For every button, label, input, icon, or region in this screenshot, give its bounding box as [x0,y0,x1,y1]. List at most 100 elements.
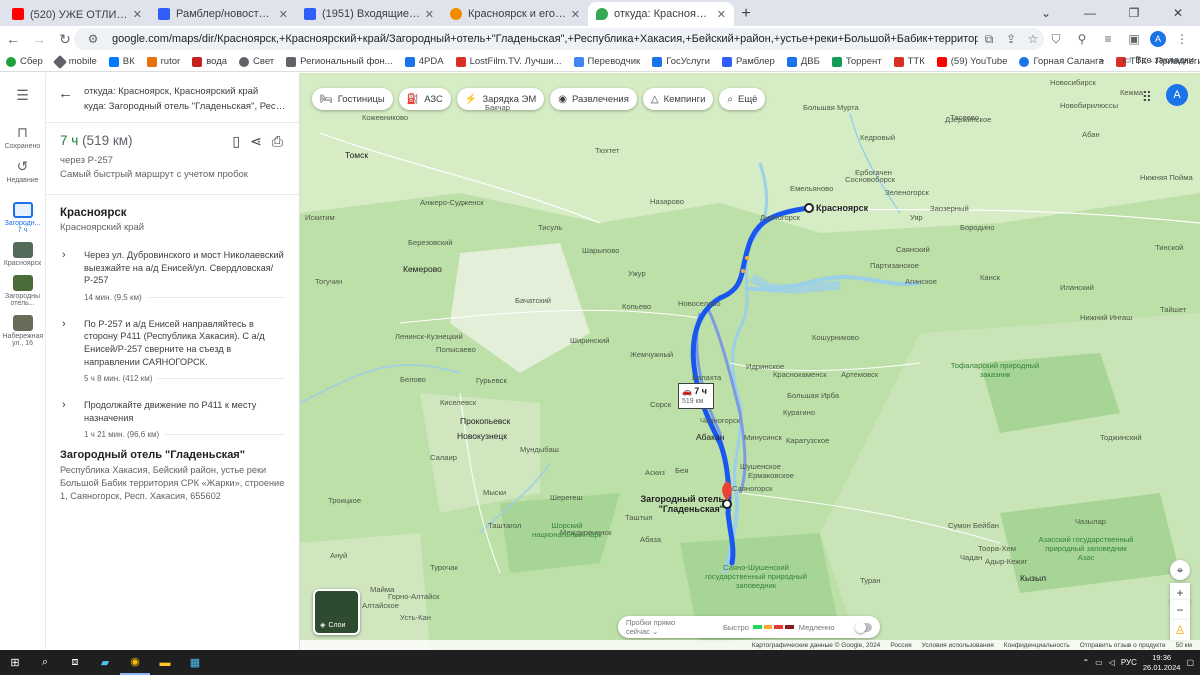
new-tab-button[interactable]: + [734,2,758,26]
rail-recent-place[interactable]: Загородны отель... [0,275,45,307]
site-info-icon[interactable]: ⚙ [82,32,104,46]
chip-more[interactable]: ⌕ Ещё [719,88,766,110]
close-icon[interactable]: ✕ [279,8,288,21]
back-arrow-icon[interactable]: ← [58,85,73,102]
bookmark-item[interactable]: Торрент [831,56,882,67]
address-bar[interactable]: ⚙ google.com/maps/dir/Красноярск,+Красно… [74,28,1044,50]
route-step[interactable]: › Через ул. Дубровинского и мост Николаев… [46,249,299,287]
chevron-right-icon[interactable]: › [62,318,66,331]
volume-icon[interactable]: ◁ [1109,658,1115,667]
minimize-icon[interactable]: — [1068,0,1112,26]
destination-label[interactable]: Загородный отель "Гладеньская" [640,494,724,514]
bookmark-item[interactable]: (59) YouTube [936,56,1007,67]
menu-button[interactable]: ☰ [0,87,45,106]
extensions-icon[interactable]: ⚲ [1072,29,1092,49]
tab-youtube[interactable]: (520) УЖЕ ОТЛИЧНО 🔥 СМАР✕ [4,2,150,26]
apps-grid-icon[interactable]: ⠿ [1142,89,1152,106]
chip-entertainment[interactable]: ◉ Развлечения [550,88,637,110]
bookmark-item[interactable]: Свет [239,56,274,67]
chevron-right-icon[interactable]: » [1099,55,1104,66]
clock[interactable]: 19:36 26.01.2024 [1143,653,1181,673]
maximize-icon[interactable]: ❐ [1112,0,1156,26]
bookmark-item[interactable]: rutor [146,56,180,67]
share-icon[interactable]: ⋖ [250,133,262,150]
close-icon[interactable]: ✕ [717,8,726,21]
share-icon[interactable]: ⇪ [1000,32,1022,46]
menu-icon[interactable]: ⋮ [1172,29,1192,49]
print-icon[interactable]: ⎙ [272,133,283,150]
profile-avatar[interactable]: A [1150,31,1166,47]
my-location-button[interactable]: ⌖ [1170,560,1190,580]
bookmark-item[interactable]: Горная Саланга [1019,56,1104,67]
layers-button[interactable]: ◈ Слои [313,589,360,635]
chrome-icon[interactable]: ◉ [120,650,150,675]
bookmark-item[interactable]: ГосУслуги [652,56,710,67]
route-duration-badge[interactable]: 🚗 7 ч 519 км [678,383,714,409]
send-to-phone-icon[interactable]: ▯ [232,133,240,150]
search-icon[interactable]: ⌕ [30,650,60,675]
bookmark-item[interactable]: mobile [52,54,97,69]
map-canvas[interactable]: 🛏 Гостиницы ⛽ АЗС ⚡ Зарядка ЭМ ◉ Развлечения… [300,73,1200,650]
forward-icon[interactable]: → [26,31,52,47]
bookmark-item[interactable]: Рамблер [721,56,775,67]
side-panel-icon[interactable]: ▣ [1124,29,1144,49]
calculator-icon[interactable]: ▦ [180,650,210,675]
chip-hotels[interactable]: 🛏 Гостиницы [312,88,393,110]
chip-camping[interactable]: △ Кемпинги [642,88,714,110]
back-icon[interactable]: ← [0,31,26,47]
pegman-button[interactable]: ♙ [1170,620,1190,640]
shield-icon[interactable]: ⛉ [1046,29,1066,49]
rail-recent-place[interactable]: Набережная ул., 16 [0,315,45,347]
scale-bar[interactable]: 50 км [1176,642,1192,649]
rail-recent[interactable]: ↺ Недавние [0,158,45,184]
tab-maps[interactable]: откуда: Красноярск; куда: Заго✕ [588,2,734,26]
all-bookmarks[interactable]: » ▭ Все закладки [1099,55,1194,66]
file-explorer-icon[interactable]: ▬ [150,650,180,675]
traffic-dropdown[interactable]: Пробки прямо сейчас ⌄ [626,618,699,636]
windows-start-icon[interactable]: ⊞ [0,650,30,675]
open-in-app-icon[interactable]: ⧉ [978,32,1000,47]
bookmark-item[interactable]: Переводчик [573,56,640,67]
task-view-icon[interactable]: ⧈ [60,650,90,675]
close-icon[interactable]: ✕ [425,8,434,21]
directions-panel: ← откуда: Красноярск, Красноярский край … [46,73,300,650]
tab-krasnoyarsk[interactable]: Красноярск и его зона катани✕ [442,2,588,26]
bookmark-item[interactable]: Региональный фон... [286,56,393,67]
origin-field[interactable]: откуда: Красноярск, Красноярский край [84,86,258,97]
map-label: Большая Ирба [787,391,840,400]
bookmark-item[interactable]: ДВБ [786,56,820,67]
language-indicator[interactable]: РУС [1121,658,1137,667]
rail-saved[interactable]: ⊓ Сохранено [0,124,45,150]
route-step[interactable]: › По Р-257 и а/д Енисей направляйтесь в с… [46,318,299,368]
reading-list-icon[interactable]: ≡ [1098,29,1118,49]
chevron-right-icon[interactable]: › [62,399,66,412]
route-step[interactable]: › Продолжайте движение по Р411 к месту на… [46,399,299,424]
app-icon[interactable]: ▰ [90,650,120,675]
origin-label[interactable]: Красноярск [816,203,868,213]
url-text[interactable]: google.com/maps/dir/Красноярск,+Краснояр… [112,33,978,45]
star-icon[interactable]: ☆ [1022,32,1044,46]
close-icon[interactable]: ✕ [571,8,580,21]
account-avatar[interactable]: A [1166,84,1188,106]
tab-rambler[interactable]: Рамблер/новости, почта и по✕ [150,2,296,26]
close-window-icon[interactable]: ✕ [1156,0,1200,26]
destination-field[interactable]: куда: Загородный отель "Гладеньская", Ре… [84,101,290,112]
tab-inbox[interactable]: (1951) Входящие — Рамблер/✕ [296,2,442,26]
network-icon[interactable]: ▭ [1095,658,1103,667]
rail-recent-place[interactable]: Красноярск [0,242,45,267]
tray-chevron-icon[interactable]: ⌃ [1082,658,1089,667]
close-icon[interactable]: ✕ [133,8,142,21]
bookmark-item[interactable]: ТТК [893,56,925,67]
rail-recent-route[interactable]: Загородн... 7 ч [0,202,45,234]
notifications-icon[interactable]: ▢ [1186,658,1194,667]
bookmark-item[interactable]: ВК [108,56,135,67]
bookmark-item[interactable]: вода [192,56,227,67]
traffic-toggle[interactable] [854,621,872,633]
zoom-out-button[interactable]: − [1170,600,1190,620]
bookmark-item[interactable]: Сбер [6,56,43,67]
chip-gas[interactable]: ⛽ АЗС [398,88,451,110]
bookmark-item[interactable]: LostFilm.TV. Лучши... [455,56,562,67]
bookmark-item[interactable]: 4PDA [404,56,444,67]
tab-search-icon[interactable]: ⌄ [1024,0,1068,26]
chevron-right-icon[interactable]: › [62,249,66,262]
